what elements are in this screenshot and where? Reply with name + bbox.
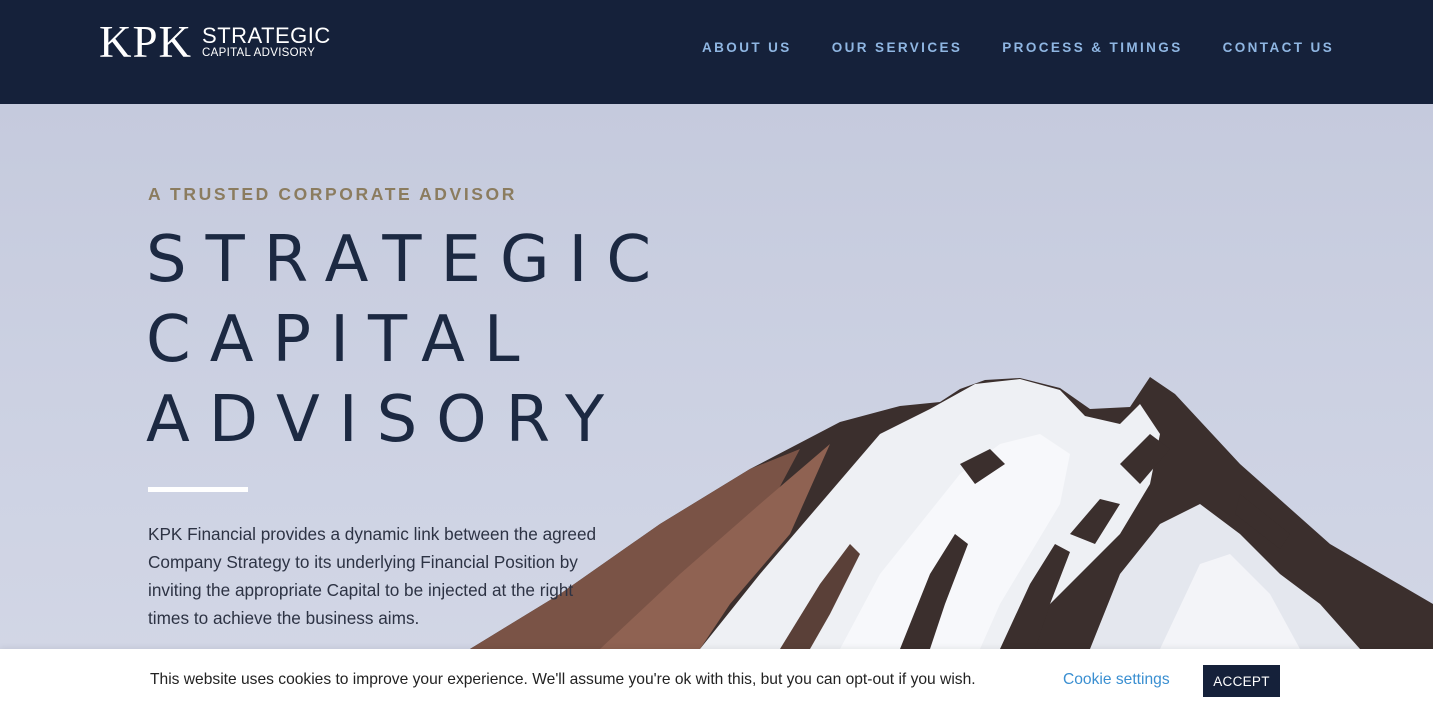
logo-line-1: STRATEGIC bbox=[202, 23, 331, 48]
hero-eyebrow: A TRUSTED CORPORATE ADVISOR bbox=[148, 184, 518, 204]
hero-section: A TRUSTED CORPORATE ADVISOR STRATEGIC CA… bbox=[0, 104, 1433, 709]
hero-description: KPK Financial provides a dynamic link be… bbox=[148, 524, 597, 628]
accept-cookies-button[interactable]: ACCEPT bbox=[1203, 665, 1280, 697]
site-logo[interactable]: KPK STRATEGIC CAPITAL ADVISORY bbox=[99, 17, 331, 67]
site-header: KPK STRATEGIC CAPITAL ADVISORY ABOUT US … bbox=[0, 0, 1433, 104]
logo-text: STRATEGIC CAPITAL ADVISORY bbox=[202, 23, 331, 60]
cookie-settings-link[interactable]: Cookie settings bbox=[1063, 671, 1170, 689]
hero-headline: STRATEGIC CAPITAL ADVISORY bbox=[146, 220, 670, 460]
logo-line-2: CAPITAL ADVISORY bbox=[202, 47, 316, 59]
headline-line-2: CAPITAL bbox=[146, 303, 539, 377]
nav-process-timings[interactable]: PROCESS & TIMINGS bbox=[1002, 40, 1182, 55]
main-nav: ABOUT US OUR SERVICES PROCESS & TIMINGS … bbox=[702, 40, 1334, 55]
cookie-message: This website uses cookies to improve you… bbox=[150, 671, 976, 688]
nav-our-services[interactable]: OUR SERVICES bbox=[832, 40, 963, 55]
nav-about-us[interactable]: ABOUT US bbox=[702, 40, 792, 55]
nav-contact-us[interactable]: CONTACT US bbox=[1223, 40, 1335, 55]
hero-divider bbox=[148, 487, 248, 492]
logo-mark: KPK bbox=[99, 17, 193, 67]
cookie-banner: This website uses cookies to improve you… bbox=[0, 649, 1433, 709]
headline-line-3: ADVISORY bbox=[146, 383, 624, 457]
headline-line-1: STRATEGIC bbox=[146, 223, 671, 297]
